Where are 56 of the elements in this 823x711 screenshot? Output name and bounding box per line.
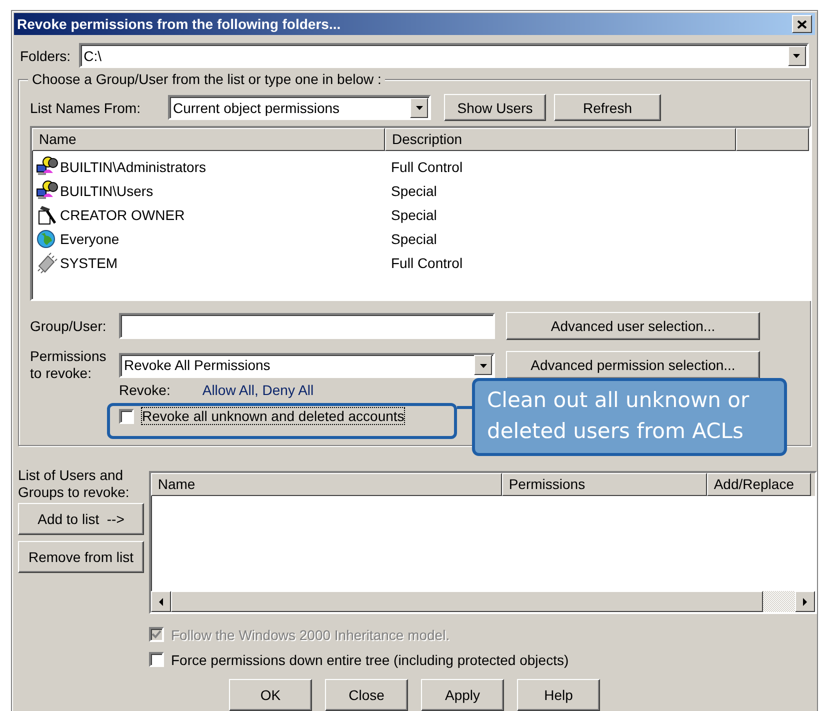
ok-button[interactable]: OK (229, 679, 312, 711)
permissions-combo[interactable]: Revoke All Permissions (119, 352, 495, 378)
column-header[interactable]: Name (150, 473, 502, 496)
show-users-button[interactable]: Show Users (444, 94, 546, 121)
table-cell-text: Full Control (390, 159, 463, 175)
list-item[interactable]: Everyone (32, 228, 385, 250)
list-names-combo[interactable]: Current object permissions (168, 95, 431, 120)
group-box-legend: Choose a Group/User from the list or type one in below : (28, 71, 386, 87)
column-header[interactable]: Permissions (502, 473, 707, 496)
table-cell-text: Full Control (390, 255, 463, 271)
field-label: Revoke: (119, 382, 170, 398)
dropdown-button[interactable] (788, 46, 806, 66)
hammer-document-icon (36, 204, 58, 226)
table-cell-text: Special (390, 183, 437, 199)
refresh-button[interactable]: Refresh (554, 94, 661, 121)
close-icon (797, 20, 807, 28)
help-button[interactable]: Help (517, 679, 600, 711)
list-item[interactable]: SYSTEM (32, 252, 385, 274)
column-header[interactable]: Name (32, 128, 385, 151)
list-item[interactable]: BUILTIN\Users (32, 180, 385, 202)
scroll-left-icon (156, 596, 165, 606)
checkbox-label: Follow the Windows 2000 Inheritance model. (171, 626, 450, 642)
window-title: Revoke permissions from the following folders... (17, 16, 341, 32)
field-label: Folders: (20, 48, 71, 64)
chip-icon (36, 252, 58, 274)
list-item[interactable]: BUILTIN\Administrators (32, 156, 385, 178)
dropdown-button[interactable] (410, 98, 428, 118)
checkbox[interactable] (149, 652, 164, 667)
advanced-user-button[interactable]: Advanced user selection... (506, 312, 760, 340)
globe-icon (36, 228, 58, 250)
column-header[interactable]: Add/Replace (706, 473, 811, 496)
folders-combo[interactable]: C:\ (78, 43, 809, 68)
field-label: Permissions to revoke: (30, 348, 108, 382)
table-cell-text: Special (390, 231, 437, 247)
column-header[interactable]: Description (385, 128, 736, 151)
add-to-list-button[interactable]: Add to list --> (18, 503, 144, 535)
field-label: List Names From: (30, 100, 142, 116)
table-cell-text: Special (390, 207, 437, 223)
list-label: List of Users and Groups to revoke: (18, 467, 130, 501)
checkbox-label: Revoke all unknown and deleted accounts (142, 408, 404, 424)
apply-button[interactable]: Apply (421, 679, 504, 711)
checkbox[interactable] (119, 408, 134, 424)
dropdown-button[interactable] (474, 355, 492, 375)
close-button[interactable] (792, 15, 812, 33)
field-label: Group/User: (30, 318, 108, 334)
group-user-field[interactable] (119, 313, 495, 339)
user-group-icon (36, 156, 58, 178)
revoke-value: Allow All, Deny All (202, 382, 314, 398)
remove-from-list-button[interactable]: Remove from list (18, 541, 144, 573)
list-item[interactable]: CREATOR OWNER (32, 204, 385, 226)
scroll-right-icon (801, 596, 809, 606)
user-group-icon (36, 180, 58, 202)
callout: Clean out all unknown or deleted users from ACLs (472, 378, 787, 456)
checkbox-label: Force permissions down entire tree (including protected objects) (171, 652, 569, 668)
advanced-permission-button[interactable]: Advanced permission selection... (506, 351, 760, 379)
close-button[interactable]: Close (325, 679, 408, 711)
